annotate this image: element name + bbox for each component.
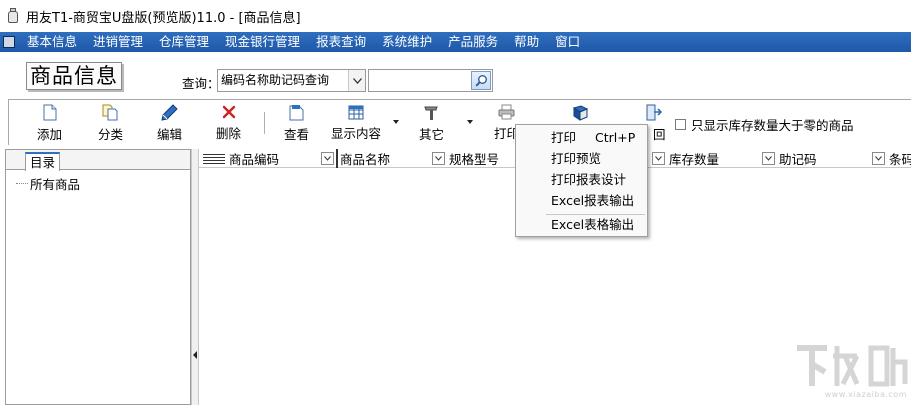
view-button[interactable]: 查看 xyxy=(284,104,309,142)
left-tabstrip: 目录 xyxy=(6,150,190,171)
column-header-barcode[interactable]: 条码 xyxy=(872,149,911,168)
menu-cash-bank[interactable]: 现金银行管理 xyxy=(217,32,308,52)
menu-item-label: 打印 xyxy=(551,130,577,145)
column-label: 商品编码 xyxy=(229,152,280,167)
add-button[interactable]: 添加 xyxy=(37,104,62,142)
panel-splitter[interactable] xyxy=(191,149,199,405)
column-label: 条码 xyxy=(889,152,911,167)
column-header-code[interactable]: 商品编码 xyxy=(203,149,279,168)
tree-item-all-products[interactable]: 所有商品 xyxy=(16,174,80,193)
grid-display-icon xyxy=(347,104,365,120)
tree-item-label: 所有商品 xyxy=(30,177,81,192)
stock-filter-checkbox[interactable]: 只显示库存数量大于零的商品 xyxy=(675,115,854,134)
menu-item-print[interactable]: 打印 Ctrl+P xyxy=(516,127,647,148)
book-icon xyxy=(571,104,589,122)
view-label: 查看 xyxy=(284,127,310,142)
add-doc-icon xyxy=(41,104,59,121)
title-bar: 用友T1-商贸宝U盘版(预览版)11.0 - [商品信息] xyxy=(0,0,911,32)
menu-purchase-sales[interactable]: 进销管理 xyxy=(85,32,151,52)
column-header-spec[interactable]: 规格型号 xyxy=(432,149,499,168)
other-button[interactable]: 其它 xyxy=(419,104,444,142)
query-type-value: 编码名称助记码查询 xyxy=(221,73,330,87)
delete-label: 删除 xyxy=(216,126,242,141)
category-label: 分类 xyxy=(98,127,124,142)
menu-item-label: Excel表格输出 xyxy=(551,217,635,232)
search-input[interactable] xyxy=(368,69,493,92)
category-button[interactable]: 分类 xyxy=(98,104,123,142)
filter-dropdown-icon[interactable] xyxy=(432,152,445,165)
collapse-arrow-icon[interactable] xyxy=(193,351,197,359)
menu-reports[interactable]: 报表查询 xyxy=(308,32,374,52)
column-header-mnemonic[interactable]: 助记码 xyxy=(762,149,817,168)
edit-label: 编辑 xyxy=(157,127,183,142)
category-tree-panel: 目录 所有商品 xyxy=(5,149,191,405)
window-title: 用友T1-商贸宝U盘版(预览版)11.0 - [商品信息] xyxy=(26,10,301,26)
watermark-logo-icon xyxy=(797,345,908,387)
menu-item-print-preview[interactable]: 打印预览 xyxy=(516,148,647,169)
column-header-name[interactable]: 商品名称 xyxy=(340,149,390,168)
tree-connector xyxy=(16,183,28,184)
delete-button[interactable]: 删除 xyxy=(216,104,241,142)
tab-catalog[interactable]: 目录 xyxy=(25,152,61,171)
display-content-button[interactable]: 显示内容 xyxy=(331,104,381,142)
edit-button[interactable]: 编辑 xyxy=(157,104,182,142)
menu-item-shortcut: Ctrl+P xyxy=(595,130,636,145)
column-header-stock[interactable]: 库存数量 xyxy=(652,149,719,168)
menu-item-label: 打印预览 xyxy=(551,151,602,166)
tools-icon xyxy=(423,104,441,121)
menu-product-service[interactable]: 产品服务 xyxy=(440,32,506,52)
exit-door-icon xyxy=(644,104,662,121)
menu-item-excel-report[interactable]: Excel报表输出 xyxy=(516,190,647,211)
column-label: 商品名称 xyxy=(340,152,391,167)
menu-help[interactable]: 帮助 xyxy=(506,32,547,52)
watermark-logo: www.xiazaiba.com xyxy=(787,340,911,405)
add-label: 添加 xyxy=(37,127,63,142)
query-type-select[interactable]: 编码名称助记码查询 xyxy=(217,69,366,92)
other-label: 其它 xyxy=(419,127,445,142)
header: 商品信息 查询： 编码名称助记码查询 xyxy=(0,52,911,98)
watermark-url: www.xiazaiba.com xyxy=(824,390,907,399)
menu-warehouse[interactable]: 仓库管理 xyxy=(151,32,217,52)
edit-pen-icon xyxy=(161,104,179,121)
query-label: 查询： xyxy=(182,76,220,91)
delete-x-icon xyxy=(220,104,238,120)
filter-dropdown-icon[interactable] xyxy=(872,152,885,165)
menu-system[interactable]: 系统维护 xyxy=(374,32,440,52)
menu-bar: 基本信息 进销管理 仓库管理 现金银行管理 报表查询 系统维护 产品服务 帮助 … xyxy=(0,32,911,52)
menu-item-excel-table[interactable]: Excel表格输出 xyxy=(516,214,647,235)
app-icon xyxy=(6,8,20,24)
column-label: 规格型号 xyxy=(449,152,500,167)
chevron-down-icon[interactable] xyxy=(348,70,365,91)
toolbar-divider xyxy=(264,112,265,134)
view-icon xyxy=(288,104,306,121)
toolbar: 添加 分类 编辑 删除 查看 显示内容 其它 打印 回 只显示库存数量大于零的商… xyxy=(8,99,911,145)
printer-icon xyxy=(498,104,516,120)
filter-dropdown-icon[interactable] xyxy=(762,152,775,165)
column-divider xyxy=(336,149,338,168)
menu-item-label: 打印报表设计 xyxy=(551,172,627,187)
display-content-dropdown-icon[interactable] xyxy=(393,120,399,124)
column-label: 助记码 xyxy=(779,152,817,167)
menu-item-label: Excel报表输出 xyxy=(551,193,635,208)
row-selector-icon xyxy=(203,153,225,164)
search-icon[interactable] xyxy=(471,71,491,90)
filter-dropdown-icon[interactable] xyxy=(652,152,665,165)
stock-filter-label: 只显示库存数量大于零的商品 xyxy=(691,118,854,133)
menu-basic-info[interactable]: 基本信息 xyxy=(19,32,85,52)
display-content-label: 显示内容 xyxy=(331,126,382,141)
category-icon xyxy=(102,104,120,121)
checkbox-icon[interactable] xyxy=(675,119,686,130)
menu-item-print-design[interactable]: 打印报表设计 xyxy=(516,169,647,190)
menu-window[interactable]: 窗口 xyxy=(547,32,588,52)
mdi-child-icon[interactable] xyxy=(3,36,15,48)
other-dropdown-icon[interactable] xyxy=(467,120,473,124)
exit-label: 回 xyxy=(653,127,666,142)
filter-dropdown-icon[interactable] xyxy=(321,152,334,165)
column-label: 库存数量 xyxy=(669,152,720,167)
page-title: 商品信息 xyxy=(26,62,122,90)
print-context-menu: 打印 Ctrl+P 打印预览 打印报表设计 Excel报表输出 Excel表格输… xyxy=(515,124,648,237)
